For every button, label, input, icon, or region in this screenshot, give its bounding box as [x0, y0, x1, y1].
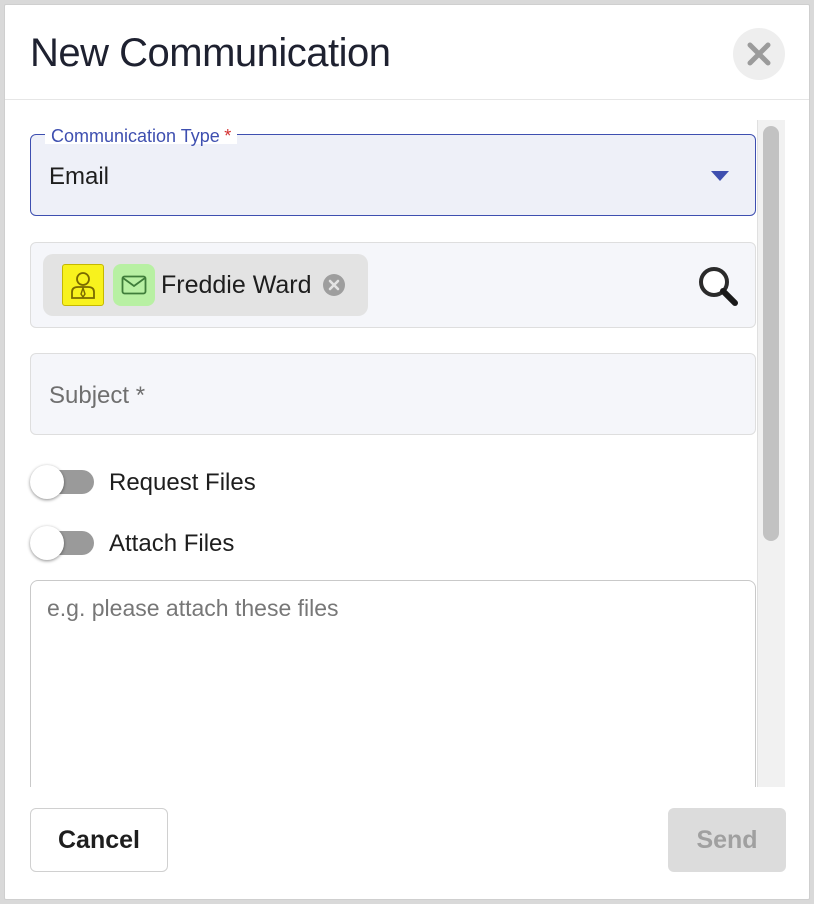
required-marker: *: [224, 126, 232, 146]
attach-files-toggle-knob[interactable]: [30, 526, 64, 560]
cancel-button[interactable]: Cancel: [30, 808, 168, 872]
communication-type-label-wrap: Communication Type *: [45, 126, 238, 146]
dialog-header: New Communication: [5, 5, 809, 100]
remove-chip-icon[interactable]: [322, 273, 346, 297]
communication-type-select[interactable]: Communication Type * Email: [30, 126, 756, 216]
close-button[interactable]: [733, 28, 785, 80]
caret-down-icon[interactable]: [711, 171, 729, 181]
close-icon: [747, 42, 771, 66]
envelope-icon: [113, 264, 155, 306]
send-button[interactable]: Send: [668, 808, 786, 872]
request-files-toggle-knob[interactable]: [30, 465, 64, 499]
recipient-chip[interactable]: Freddie Ward: [43, 254, 368, 316]
communication-type-label: Communication Type: [51, 126, 220, 146]
search-icon[interactable]: [697, 265, 739, 307]
message-placeholder: e.g. please attach these files: [47, 595, 339, 621]
subject-placeholder: Subject *: [49, 382, 146, 409]
form-scroll-area: Communication Type * Email Freddie Ward …: [5, 120, 809, 787]
attach-files-label: Attach Files: [109, 530, 235, 557]
request-files-label: Request Files: [109, 469, 256, 496]
dialog-title: New Communication: [30, 31, 391, 75]
message-textarea[interactable]: e.g. please attach these files: [30, 580, 756, 787]
attach-files-toggle-row: Attach Files: [30, 523, 430, 563]
subject-input[interactable]: Subject *: [30, 353, 756, 435]
new-communication-dialog: New Communication Communication Type * E…: [4, 4, 810, 900]
request-files-toggle-row: Request Files: [30, 462, 430, 502]
scrollbar-thumb[interactable]: [763, 126, 779, 541]
contact-person-icon: [62, 264, 104, 306]
communication-type-value: Email: [49, 163, 110, 190]
recipients-field[interactable]: Freddie Ward: [30, 242, 756, 328]
recipient-name: Freddie Ward: [161, 271, 312, 299]
